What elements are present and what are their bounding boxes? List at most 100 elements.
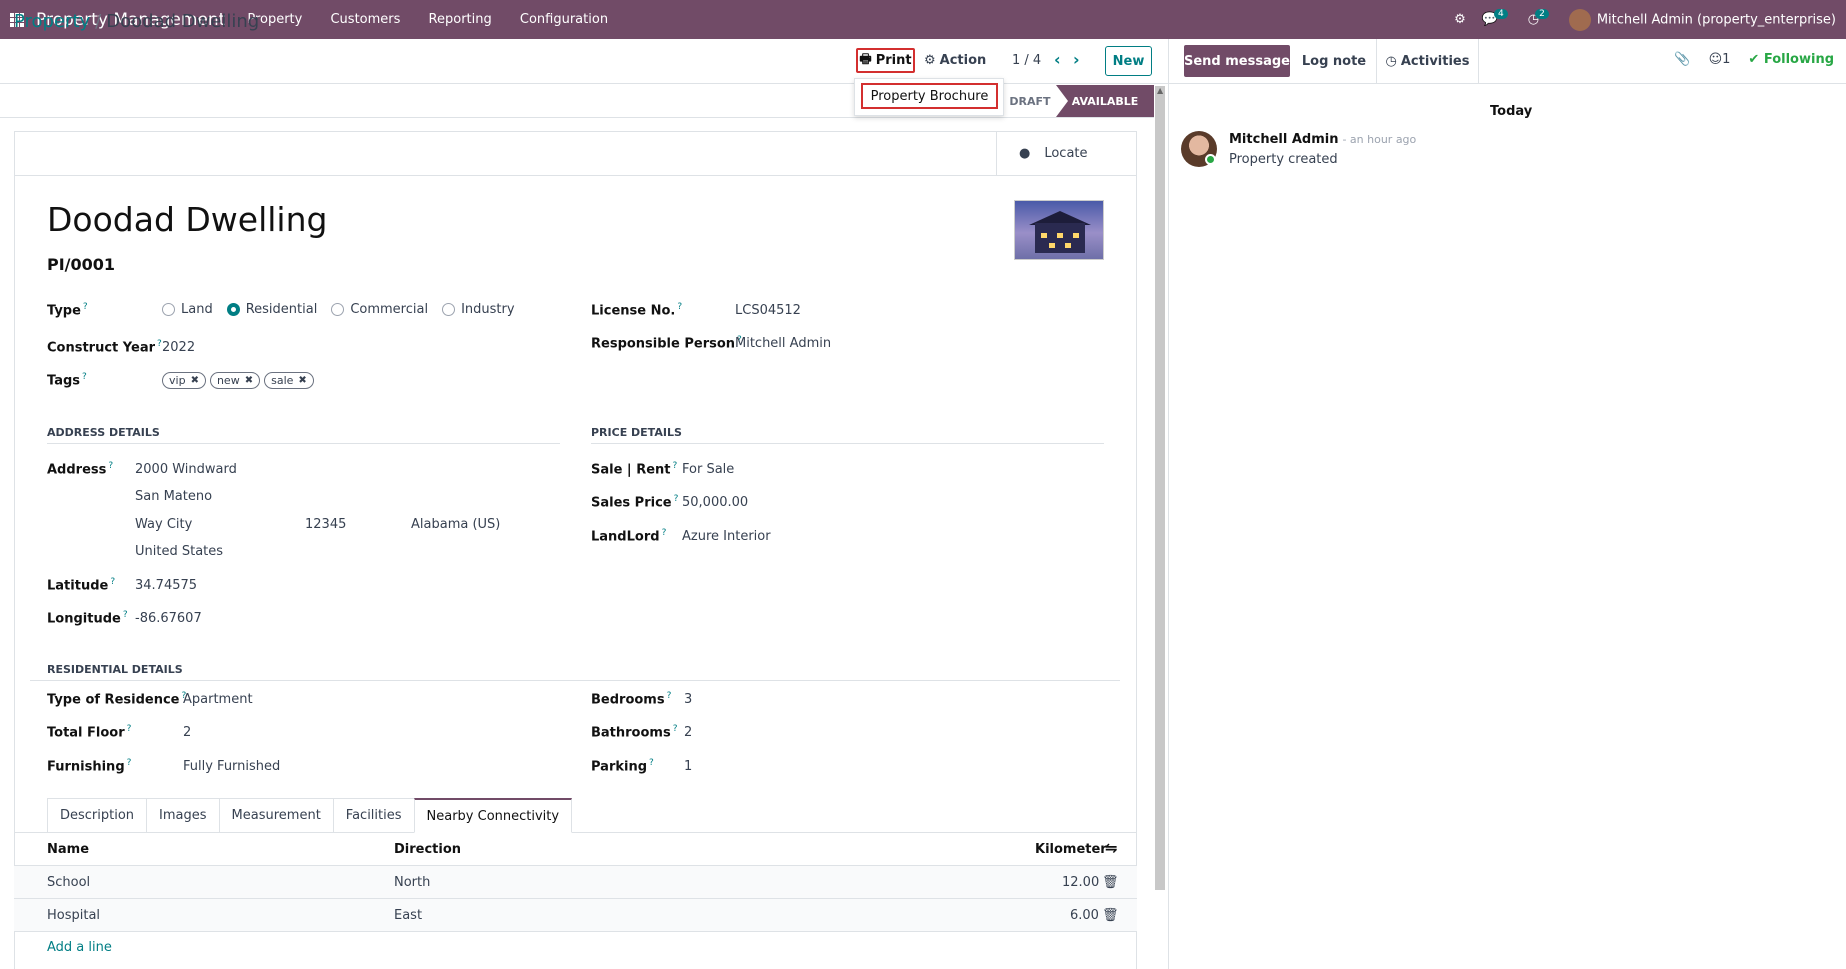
printer-icon: 🖶 bbox=[859, 51, 872, 67]
breadcrumb: Property / Doodad Dwelling bbox=[14, 11, 259, 32]
action-button[interactable]: ⚙ Action bbox=[924, 48, 986, 73]
status-draft[interactable]: DRAFT bbox=[1000, 85, 1060, 117]
longitude-field[interactable]: -86.67607 bbox=[135, 611, 202, 626]
activities-label: Activities bbox=[1400, 54, 1470, 69]
landlord-field[interactable]: Azure Interior bbox=[682, 529, 771, 544]
house-window bbox=[1057, 233, 1063, 238]
user-menu[interactable]: Mitchell Admin (property_enterprise) bbox=[1568, 8, 1836, 31]
responsible-field[interactable]: Mitchell Admin bbox=[735, 336, 831, 351]
radio-circle-icon bbox=[331, 303, 345, 316]
tab-nearby-connectivity[interactable]: Nearby Connectivity bbox=[413, 798, 573, 833]
trash-icon[interactable]: 🗑 bbox=[1102, 908, 1119, 923]
form-scrollbar[interactable] bbox=[1155, 86, 1165, 890]
table-row[interactable]: School North 12.00 🗑 bbox=[14, 866, 1137, 899]
house-body bbox=[1035, 223, 1085, 253]
type-option-residential[interactable]: Residential bbox=[226, 302, 317, 317]
tab-facilities[interactable]: Facilities bbox=[332, 798, 414, 833]
breadcrumb-root[interactable]: Property bbox=[14, 11, 90, 32]
type-option-commercial[interactable]: Commercial bbox=[331, 302, 428, 317]
notebook-tabs: Description Images Measurement Facilitie… bbox=[47, 798, 573, 833]
breadcrumb-current: Doodad Dwelling bbox=[106, 11, 260, 32]
row-km: 6.00 bbox=[1070, 908, 1099, 923]
new-button[interactable]: New bbox=[1105, 46, 1152, 76]
country-field[interactable]: United States bbox=[135, 544, 223, 559]
print-button[interactable]: 🖶 Print bbox=[856, 48, 915, 73]
messages-badge: 4 bbox=[1494, 9, 1508, 19]
paperclip-icon[interactable]: 📎 bbox=[1674, 52, 1690, 67]
zip-field[interactable]: 12345 bbox=[305, 517, 346, 532]
street-field[interactable]: 2000 Windward bbox=[135, 462, 237, 477]
add-line-link[interactable]: Add a line bbox=[47, 940, 112, 955]
bathrooms-field[interactable]: 2 bbox=[684, 725, 692, 740]
log-note-button[interactable]: Log note bbox=[1292, 39, 1377, 84]
column-settings-icon[interactable]: ⇋ bbox=[1105, 839, 1118, 857]
type-option-land[interactable]: Land bbox=[162, 302, 213, 317]
sale-rent-field[interactable]: For Sale bbox=[682, 462, 734, 477]
latitude-label: Latitude? bbox=[47, 577, 116, 594]
latitude-field[interactable]: 34.74575 bbox=[135, 578, 197, 593]
residence-type-field[interactable]: Apartment bbox=[183, 692, 253, 707]
author-name[interactable]: Mitchell Admin bbox=[1229, 132, 1338, 147]
pager-value[interactable]: 1 / 4 bbox=[1012, 53, 1041, 68]
tag-new: new ✖ bbox=[209, 372, 261, 389]
menu-configuration[interactable]: Configuration bbox=[520, 12, 608, 27]
messages-button[interactable]: 💬4 bbox=[1482, 9, 1512, 27]
status-available[interactable]: AVAILABLE bbox=[1056, 85, 1154, 117]
date-separator: Today bbox=[1490, 104, 1533, 119]
state-field[interactable]: Alabama (US) bbox=[411, 517, 500, 532]
record-title[interactable]: Doodad Dwelling bbox=[47, 200, 327, 239]
column-direction[interactable]: Direction bbox=[394, 842, 461, 857]
table-row[interactable]: Hospital East 6.00 🗑 bbox=[14, 899, 1137, 932]
gear-icon: ⚙ bbox=[924, 53, 936, 68]
bathrooms-label: Bathrooms? bbox=[591, 724, 678, 741]
avatar bbox=[1568, 8, 1591, 31]
column-name[interactable]: Name bbox=[47, 842, 89, 857]
pager-previous-icon[interactable]: ‹ bbox=[1054, 50, 1061, 69]
menu-customers[interactable]: Customers bbox=[330, 12, 400, 27]
systray: ⚙ 💬4 ◷2 Mitchell Admin (property_enterpr… bbox=[1454, 0, 1836, 39]
license-field[interactable]: LCS04512 bbox=[735, 303, 801, 318]
total-floor-field[interactable]: 2 bbox=[183, 725, 191, 740]
followers-button[interactable]: ☺1 bbox=[1709, 52, 1731, 67]
activities-badge: 2 bbox=[1535, 9, 1549, 19]
table-header: Name Direction Kilometer ⇋ bbox=[14, 833, 1137, 866]
clock-icon: ◷ bbox=[1385, 54, 1397, 69]
tab-description[interactable]: Description bbox=[47, 798, 147, 833]
chatter-actions: 📎 ☺1 ✔ Following bbox=[1674, 52, 1834, 67]
bug-icon[interactable]: ⚙ bbox=[1454, 12, 1466, 27]
bedrooms-field[interactable]: 3 bbox=[684, 692, 692, 707]
row-direction: North bbox=[394, 875, 431, 890]
pager-next-icon[interactable]: › bbox=[1073, 50, 1080, 69]
house-window bbox=[1065, 243, 1071, 248]
remove-tag-icon[interactable]: ✖ bbox=[298, 375, 306, 386]
tab-measurement[interactable]: Measurement bbox=[218, 798, 333, 833]
construct-year-field[interactable]: 2022 bbox=[162, 340, 195, 355]
map-marker-icon: ● bbox=[1019, 146, 1031, 161]
activities-button[interactable]: ◷2 bbox=[1528, 9, 1553, 27]
print-menu-item-brochure[interactable]: Property Brochure bbox=[861, 83, 998, 109]
following-label: Following bbox=[1763, 52, 1834, 67]
following-button[interactable]: ✔ Following bbox=[1748, 52, 1834, 67]
record-reference: PI/0001 bbox=[47, 255, 116, 274]
trash-icon[interactable]: 🗑 bbox=[1102, 875, 1119, 890]
street2-field[interactable]: San Mateno bbox=[135, 489, 212, 504]
tags-label: Tags? bbox=[47, 372, 87, 389]
action-label: Action bbox=[939, 53, 987, 68]
remove-tag-icon[interactable]: ✖ bbox=[191, 375, 199, 386]
column-kilometer[interactable]: Kilometer bbox=[1035, 842, 1107, 857]
type-option-industry[interactable]: Industry bbox=[442, 302, 515, 317]
locate-button[interactable]: ● Locate bbox=[996, 131, 1137, 176]
city-field[interactable]: Way City bbox=[135, 517, 192, 532]
remove-tag-icon[interactable]: ✖ bbox=[245, 375, 253, 386]
tab-images[interactable]: Images bbox=[146, 798, 219, 833]
scroll-up-icon[interactable]: ▲ bbox=[1157, 86, 1163, 95]
send-message-button[interactable]: Send message bbox=[1184, 45, 1290, 77]
menu-reporting[interactable]: Reporting bbox=[429, 12, 492, 27]
furnishing-field[interactable]: Fully Furnished bbox=[183, 759, 280, 774]
parking-field[interactable]: 1 bbox=[684, 759, 692, 774]
row-km: 12.00 bbox=[1062, 875, 1100, 890]
sales-price-field[interactable]: 50,000.00 bbox=[682, 495, 748, 510]
tags-field[interactable]: vip ✖ new ✖ sale ✖ bbox=[162, 372, 314, 389]
property-image[interactable] bbox=[1014, 200, 1104, 260]
activities-button[interactable]: ◷ Activities bbox=[1377, 39, 1479, 84]
